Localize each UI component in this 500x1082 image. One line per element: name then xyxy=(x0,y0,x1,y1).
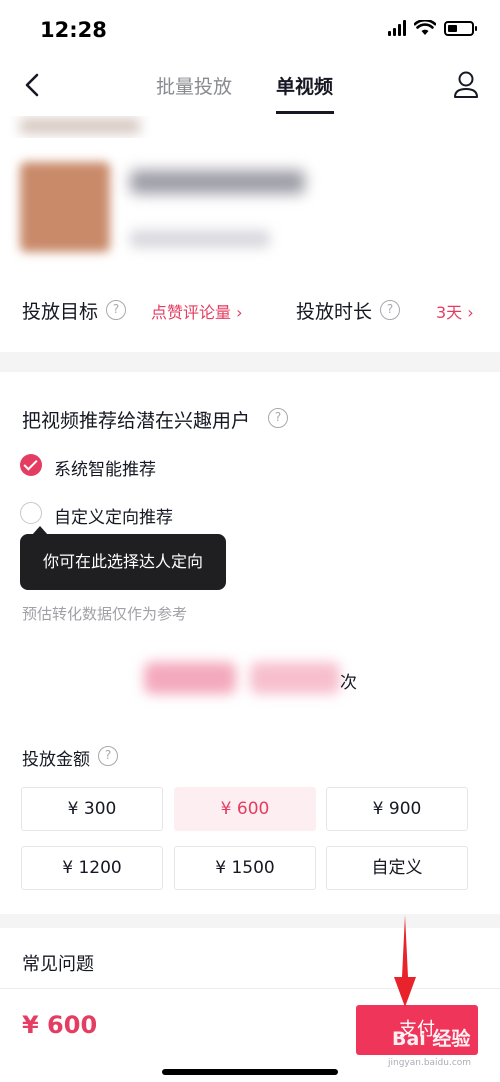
active-tab-indicator xyxy=(276,111,334,114)
tab-single-video[interactable]: 单视频 xyxy=(276,72,333,99)
amount-option-1200[interactable]: ¥ 1200 xyxy=(21,846,163,890)
target-value-link[interactable]: 点赞评论量 › xyxy=(151,299,243,323)
home-indicator xyxy=(162,1069,338,1075)
video-card xyxy=(0,150,500,260)
amount-label: 投放金额 xyxy=(22,750,90,770)
blurred-content-strip xyxy=(0,116,500,138)
chevron-left-icon[interactable] xyxy=(20,72,46,98)
estimate-row: 次 xyxy=(0,656,500,700)
check-circle-icon[interactable] xyxy=(20,454,42,476)
video-thumbnail xyxy=(20,162,110,252)
pay-button[interactable]: 支付 xyxy=(356,1005,478,1055)
help-icon[interactable]: ? xyxy=(380,300,400,320)
help-icon[interactable]: ? xyxy=(268,408,288,428)
recommend-title: 把视频推荐给潜在兴趣用户 xyxy=(22,410,251,432)
section-divider xyxy=(0,914,500,928)
option-smart-recommend[interactable]: 系统智能推荐 xyxy=(54,455,156,480)
radio-circle-icon[interactable] xyxy=(20,502,42,524)
duration-value-link[interactable]: 3天 › xyxy=(436,299,474,323)
duration-label: 投放时长 xyxy=(296,301,373,323)
top-nav: 批量投放 单视频 xyxy=(0,60,500,116)
wifi-icon xyxy=(414,20,436,35)
help-icon[interactable]: ? xyxy=(106,300,126,320)
help-icon[interactable]: ? xyxy=(98,746,118,766)
tab-batch[interactable]: 批量投放 xyxy=(156,72,232,99)
amount-option-300[interactable]: ¥ 300 xyxy=(21,787,163,831)
battery-icon xyxy=(444,20,477,36)
target-label: 投放目标 xyxy=(22,301,99,323)
faq-title[interactable]: 常见问题 xyxy=(22,950,94,976)
section-divider xyxy=(0,352,500,372)
amount-option-900[interactable]: ¥ 900 xyxy=(326,787,468,831)
estimate-value-blurred xyxy=(250,662,340,694)
cellular-signal-icon xyxy=(388,20,406,36)
estimate-note: 预估转化数据仅作为参考 xyxy=(22,605,188,623)
user-icon[interactable] xyxy=(452,70,480,100)
arrow-down-icon xyxy=(394,915,416,1007)
goal-duration-row: 投放目标 ? 点赞评论量 › 投放时长 ? 3天 › xyxy=(0,290,500,330)
amount-option-600[interactable]: ¥ 600 xyxy=(174,787,316,831)
total-amount: ¥ 600 xyxy=(22,1011,98,1039)
estimate-value-blurred xyxy=(144,662,236,694)
tooltip: 你可在此选择达人定向 xyxy=(20,526,226,590)
video-subtitle-blurred xyxy=(130,230,270,248)
status-bar: 12:28 xyxy=(0,0,500,60)
video-title-blurred xyxy=(130,170,305,194)
option-custom-targeting[interactable]: 自定义定向推荐 xyxy=(54,503,173,528)
estimate-unit: 次 xyxy=(340,673,357,693)
bottom-bar: ¥ 600 支付 xyxy=(0,988,500,1082)
amount-option-custom[interactable]: 自定义 xyxy=(326,846,468,890)
amount-option-1500[interactable]: ¥ 1500 xyxy=(174,846,316,890)
status-icons xyxy=(388,20,477,36)
status-time: 12:28 xyxy=(40,18,107,42)
